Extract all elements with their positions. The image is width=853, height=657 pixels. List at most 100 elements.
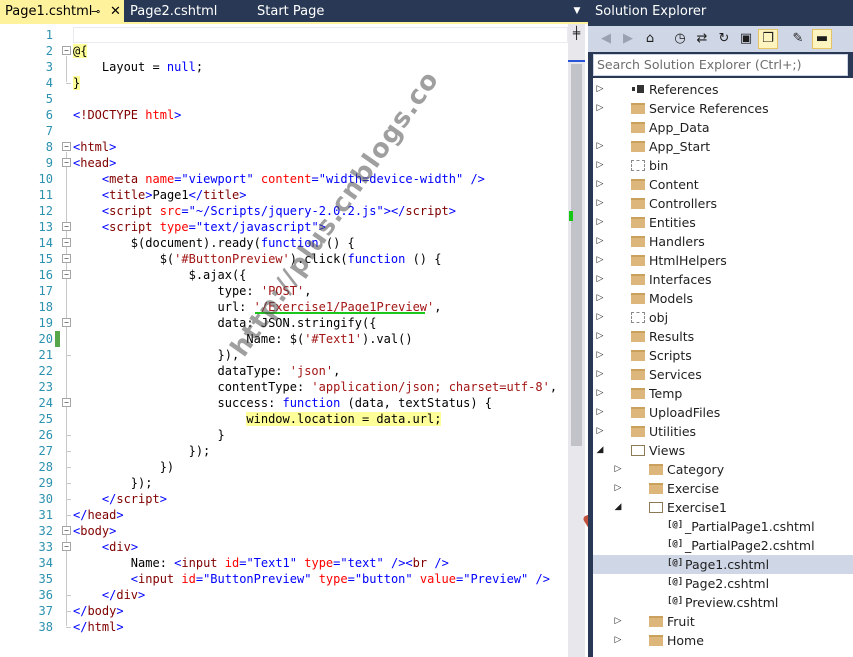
fold-toggle-icon[interactable]: − (62, 270, 71, 279)
tree-item[interactable]: ▷ Controllers (593, 194, 853, 213)
code-line[interactable]: success: function (data, textStatus) { (73, 395, 492, 411)
tree-item[interactable]: ◢ Views (593, 441, 853, 460)
collapsed-icon[interactable]: ▷ (595, 403, 605, 422)
collapsed-icon[interactable]: ▷ (595, 194, 605, 213)
tree-item[interactable]: ▷ HtmlHelpers (593, 251, 853, 270)
tab-page2[interactable]: Page2.cshtml (125, 0, 245, 23)
fold-toggle-icon[interactable]: − (62, 46, 71, 55)
collapsed-icon[interactable]: ▷ (595, 365, 605, 384)
tree-item[interactable]: ▷ Exercise (593, 479, 853, 498)
code-line[interactable]: <html> (73, 139, 116, 155)
solution-explorer-search-input[interactable]: Search Solution Explorer (Ctrl+;) (593, 54, 848, 76)
tree-item[interactable]: ▷ App_Start (593, 137, 853, 156)
expanded-icon[interactable]: ◢ (613, 498, 623, 517)
collapsed-icon[interactable]: ▷ (595, 422, 605, 441)
tree-item[interactable]: ▷ Results (593, 327, 853, 346)
code-line[interactable]: <head> (73, 155, 116, 171)
tree-item[interactable]: [@] Page1.cshtml (593, 555, 853, 574)
code-area[interactable]: @{ Layout = null;} <!DOCTYPE html> <html> <… (73, 24, 568, 657)
code-line[interactable]: <title>Page1</title> (73, 187, 247, 203)
collapsed-icon[interactable]: ▷ (595, 346, 605, 365)
collapsed-icon[interactable]: ▷ (595, 384, 605, 403)
history-icon[interactable]: ◷ (670, 29, 690, 49)
collapse-all-icon[interactable]: ▣ (736, 29, 756, 49)
collapsed-icon[interactable]: ▷ (613, 631, 623, 650)
tree-item[interactable]: ▷ Services (593, 365, 853, 384)
code-editor[interactable]: Page1.cshtml ⊸ ✕ Page2.cshtml Start Page… (0, 0, 588, 657)
code-line[interactable]: <script type="text/javascript"> (73, 219, 326, 235)
scroll-thumb[interactable] (571, 64, 582, 446)
tree-item[interactable]: ▷ Home (593, 631, 853, 650)
tab-start-page[interactable]: Start Page (252, 0, 372, 23)
code-line[interactable]: <body> (73, 523, 116, 539)
fold-toggle-icon[interactable]: − (62, 398, 71, 407)
tab-dropdown-icon[interactable]: ▼ (569, 0, 585, 23)
sync-icon[interactable]: ⇄ (692, 29, 712, 49)
tree-item[interactable]: ▷ Temp (593, 384, 853, 403)
code-line[interactable]: <div> (73, 539, 138, 555)
fold-toggle-icon[interactable]: − (62, 318, 71, 327)
fold-toggle-icon[interactable]: − (62, 526, 71, 535)
code-line[interactable]: <meta name="viewport" content="width=dev… (73, 171, 485, 187)
pin-icon[interactable]: ⊸ (91, 0, 100, 23)
tree-item[interactable]: ▷ Service References (593, 99, 853, 118)
code-line[interactable]: }); (73, 443, 211, 459)
collapsed-icon[interactable]: ▷ (595, 213, 605, 232)
collapsed-icon[interactable]: ▷ (613, 612, 623, 631)
code-line[interactable]: }) (73, 459, 174, 475)
code-line[interactable]: <script src="~/Scripts/jquery-2.0.2.js">… (73, 203, 456, 219)
tree-item[interactable]: App_Data (593, 118, 853, 137)
code-line[interactable]: Layout = null; (73, 59, 203, 75)
tree-item[interactable]: [@] _PartialPage1.cshtml (593, 517, 853, 536)
code-line[interactable]: </html> (73, 619, 124, 635)
tree-item[interactable]: ◢ Exercise1 (593, 498, 853, 517)
collapsed-icon[interactable]: ▷ (595, 251, 605, 270)
tab-page1[interactable]: Page1.cshtml ⊸ ✕ (0, 0, 124, 23)
code-line[interactable]: $('#ButtonPreview').click(function () { (73, 251, 442, 267)
code-line[interactable]: }), (73, 347, 239, 363)
collapsed-icon[interactable]: ▷ (595, 156, 605, 175)
tree-item[interactable]: [@] _PartialPage2.cshtml (593, 536, 853, 555)
close-icon[interactable]: ✕ (110, 0, 121, 23)
code-line[interactable]: }); (73, 475, 153, 491)
fold-toggle-icon[interactable]: − (62, 542, 71, 551)
code-line[interactable]: $.ajax({ (73, 267, 247, 283)
tree-item[interactable]: ▷ obj (593, 308, 853, 327)
collapsed-icon[interactable]: ▷ (595, 327, 605, 346)
collapsed-icon[interactable]: ▷ (595, 137, 605, 156)
collapsed-icon[interactable]: ▷ (595, 308, 605, 327)
fold-toggle-icon[interactable]: − (62, 238, 71, 247)
tree-item[interactable]: ▷ UploadFiles (593, 403, 853, 422)
fold-toggle-icon[interactable]: − (62, 222, 71, 231)
expanded-icon[interactable]: ◢ (595, 441, 605, 460)
code-line[interactable]: </body> (73, 603, 124, 619)
tree-item[interactable]: ▷ Interfaces (593, 270, 853, 289)
preview-icon[interactable]: ▬ (812, 29, 832, 49)
fold-toggle-icon[interactable]: − (62, 158, 71, 167)
tree-item[interactable]: ▷ Handlers (593, 232, 853, 251)
tree-item[interactable]: ▷ bin (593, 156, 853, 175)
show-all-files-icon[interactable]: ❐ (758, 29, 778, 49)
code-line[interactable]: dataType: 'json', (73, 363, 340, 379)
collapsed-icon[interactable]: ▷ (595, 99, 605, 118)
code-line[interactable]: window.location = data.url; (73, 411, 442, 427)
solution-tree[interactable]: ▷ References ▷ Service References App_Data ▷ A… (593, 78, 853, 657)
tree-item[interactable]: [@] Preview.cshtml (593, 593, 853, 612)
code-line[interactable]: } (73, 75, 81, 91)
code-line[interactable]: Name: <input id="Text1" type="text" /><b… (73, 555, 449, 571)
forward-icon[interactable]: ▶ (618, 29, 638, 49)
refresh-icon[interactable]: ↻ (714, 29, 734, 49)
code-line[interactable]: </script> (73, 491, 167, 507)
collapsed-icon[interactable]: ▷ (595, 80, 605, 99)
tree-item[interactable]: ▷ Content (593, 175, 853, 194)
tree-item[interactable]: ▷ Fruit (593, 612, 853, 631)
tree-item[interactable]: [@] Page2.cshtml (593, 574, 853, 593)
code-line[interactable]: contentType: 'application/json; charset=… (73, 379, 557, 395)
code-line[interactable]: </head> (73, 507, 124, 523)
code-line[interactable]: data: JSON.stringify({ (73, 315, 376, 331)
tree-item[interactable]: ▷ Category (593, 460, 853, 479)
tree-item[interactable]: ▷ Scripts (593, 346, 853, 365)
collapsed-icon[interactable]: ▷ (595, 175, 605, 194)
code-line[interactable]: } (73, 427, 224, 443)
home-icon[interactable]: ⌂ (640, 29, 660, 49)
